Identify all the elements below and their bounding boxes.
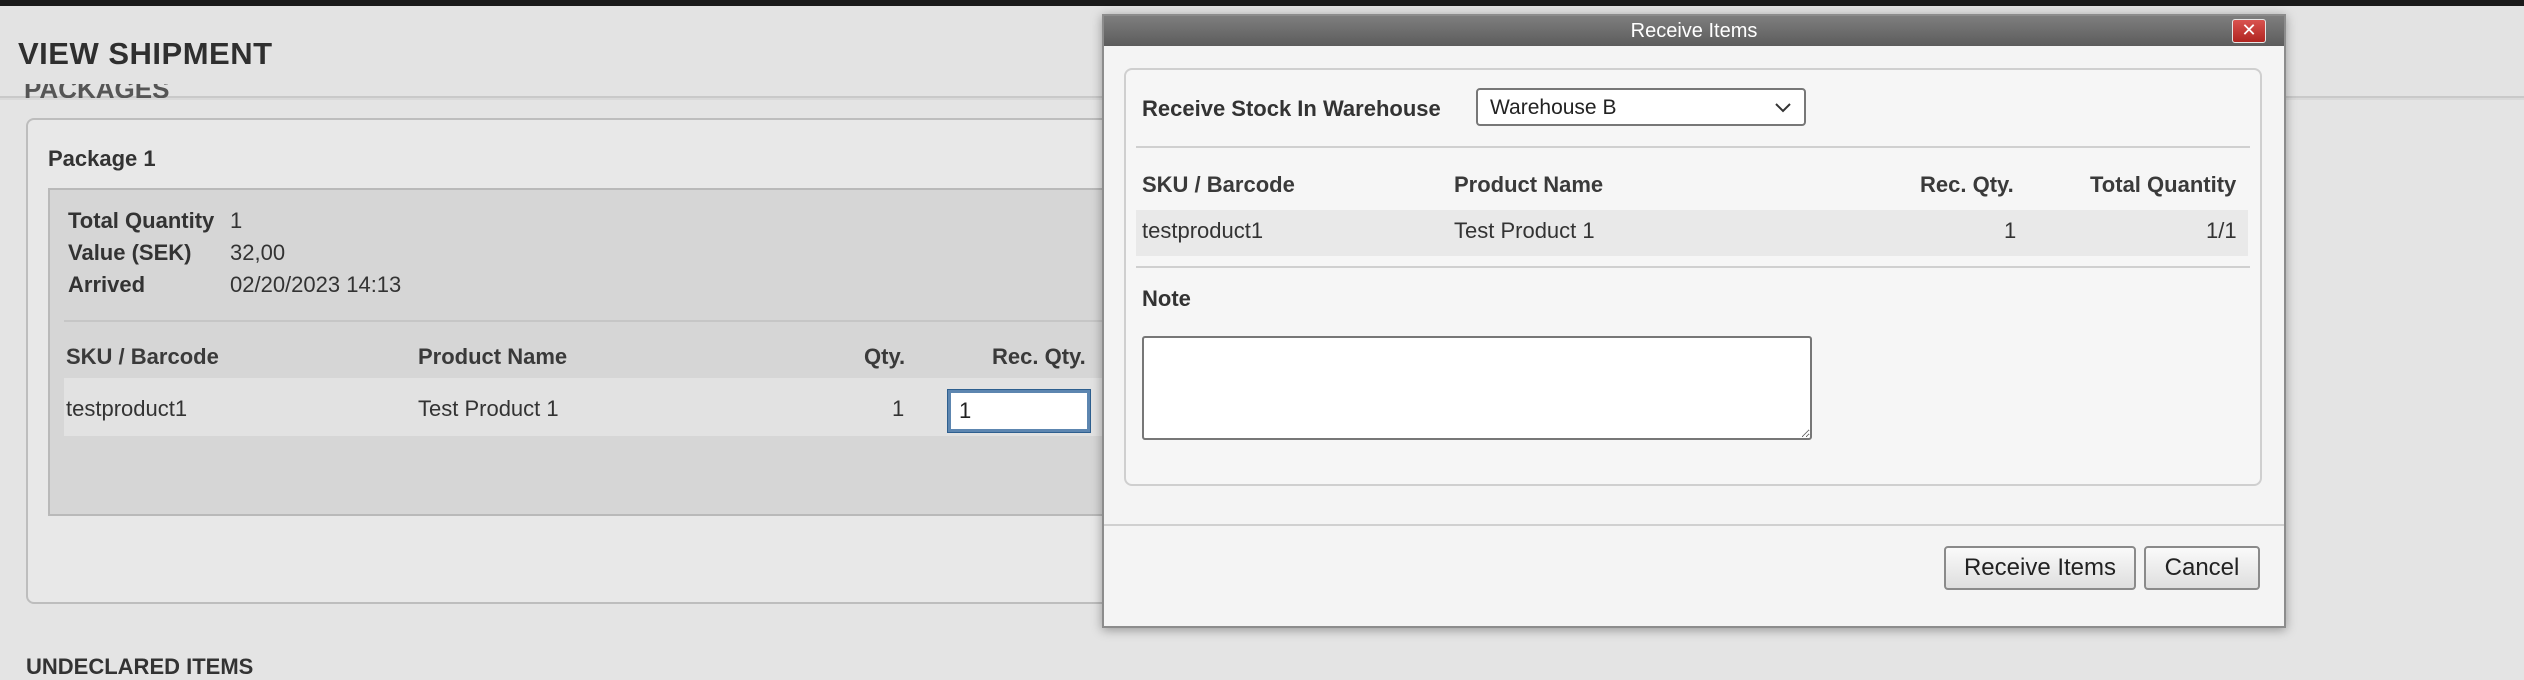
- table-row: [1136, 210, 2248, 256]
- column-header-sku: SKU / Barcode: [66, 344, 219, 369]
- dialog-titlebar[interactable]: Receive Items ✕: [1104, 16, 2284, 46]
- column-header-qty: Qty.: [864, 344, 906, 369]
- cell-product-name: Test Product 1: [418, 396, 559, 421]
- receive-items-button[interactable]: Receive Items: [1944, 546, 2136, 590]
- modal-column-header-product-name: Product Name: [1454, 172, 1604, 197]
- close-icon[interactable]: ✕: [2232, 19, 2266, 43]
- modal-column-header-sku: SKU / Barcode: [1142, 172, 1295, 197]
- modal-column-header-total-quantity: Total Quantity: [2090, 172, 2237, 197]
- modal-cell-total-quantity: 1/1: [2206, 218, 2237, 243]
- chevron-down-icon: [1772, 96, 1794, 124]
- divider: [1136, 146, 2250, 148]
- package-details: Total Quantity 1 Value (SEK) 32,00 Arriv…: [48, 188, 1120, 516]
- cell-sku: testproduct1: [66, 396, 188, 421]
- modal-column-header-rec-qty: Rec. Qty.: [1920, 172, 2014, 197]
- warehouse-label: Receive Stock In Warehouse: [1142, 96, 1441, 121]
- rec-qty-input[interactable]: [947, 389, 1091, 433]
- package-card: Package 1 Total Quantity 1 Value (SEK) 3…: [26, 118, 1136, 604]
- divider: [64, 320, 1120, 322]
- receive-items-dialog: Receive Items ✕ Receive Stock In Warehou…: [1102, 14, 2286, 628]
- page-title: VIEW SHIPMENT: [18, 36, 273, 71]
- cell-qty: 1: [892, 396, 905, 421]
- column-header-product-name: Product Name: [418, 344, 568, 369]
- dialog-footer-divider: [1104, 524, 2284, 526]
- warehouse-select[interactable]: Warehouse B: [1476, 88, 1806, 126]
- column-header-rec-qty: Rec. Qty.: [992, 344, 1086, 369]
- section-title-packages: PACKAGES: [24, 84, 169, 98]
- modal-cell-product-name: Test Product 1: [1454, 218, 1595, 243]
- warehouse-select-value: Warehouse B: [1490, 96, 1617, 119]
- note-label: Note: [1142, 286, 1191, 311]
- dialog-panel: Receive Stock In Warehouse Warehouse B S…: [1124, 68, 2262, 486]
- undeclared-items-title: UNDECLARED ITEMS: [26, 654, 254, 679]
- cancel-button[interactable]: Cancel: [2144, 546, 2260, 590]
- modal-cell-rec-qty: 1: [2004, 218, 2017, 243]
- note-textarea[interactable]: [1142, 336, 1812, 440]
- modal-cell-sku: testproduct1: [1142, 218, 1264, 243]
- divider: [1136, 266, 2250, 268]
- package-title: Package 1: [48, 146, 156, 171]
- dialog-title: Receive Items: [1630, 20, 1758, 42]
